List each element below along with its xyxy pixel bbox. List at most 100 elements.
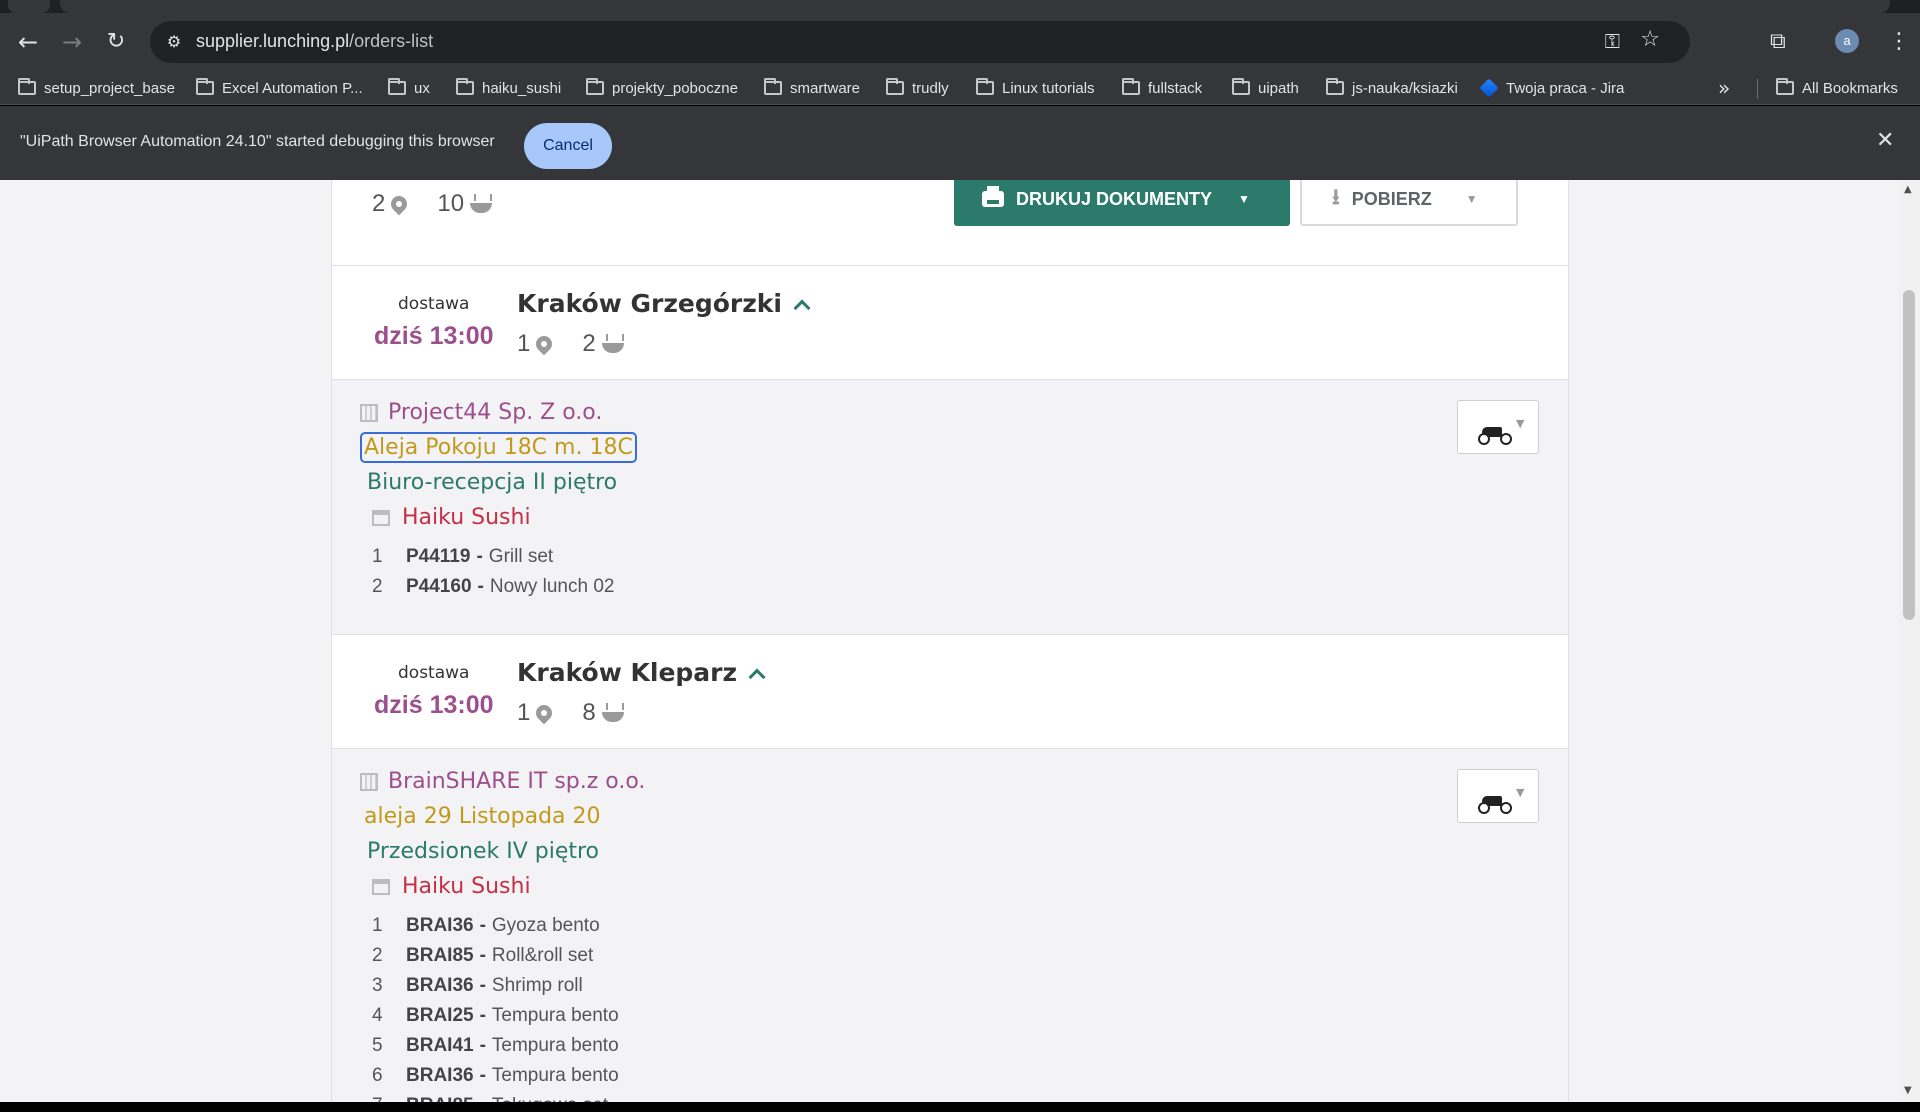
infobar-message: "UiPath Browser Automation 24.10" starte… (20, 133, 495, 150)
bookmark-item[interactable]: Excel Automation P... (196, 77, 363, 99)
extensions-icon[interactable]: ⧉ (1770, 27, 1786, 57)
page-scrollbar[interactable]: ▲ ▼ (1899, 180, 1920, 1102)
order-item-row: 3 BRAI36- Shrimp roll (372, 971, 619, 1001)
browser-toolbar: ← → ↻ ⚙ supplier.lunching.pl/orders-list… (0, 13, 1920, 71)
chevron-down-icon: ▼ (1465, 192, 1478, 206)
bookmark-item[interactable]: setup_project_base (18, 77, 175, 99)
bookmark-item[interactable]: fullstack (1122, 77, 1202, 99)
folder-icon (886, 78, 904, 95)
chevron-down-icon: ▼ (1516, 786, 1525, 799)
scrollbar-thumb[interactable] (1903, 290, 1915, 620)
delivery-time: dziś 13:00 (374, 322, 494, 350)
address-bar[interactable]: ⚙ supplier.lunching.pl/orders-list ⚿ ☆ (150, 21, 1690, 63)
item-name: Grill set (488, 546, 554, 567)
bookmark-label: haiku_sushi (482, 79, 562, 97)
bookmark-item[interactable]: trudly (886, 77, 949, 99)
order-address[interactable]: Aleja Pokoju 18C m. 18C (360, 432, 637, 463)
scooter-icon (1478, 796, 1512, 814)
delivery-area[interactable]: Kraków Grzegórzki (517, 289, 811, 318)
tab-strip (0, 0, 1920, 13)
star-icon[interactable]: ☆ (1640, 27, 1660, 52)
delivery-area-name: Kraków Grzegórzki (517, 289, 783, 318)
delivery-time: dziś 13:00 (374, 691, 494, 719)
item-code: P44119 (406, 546, 471, 567)
folder-icon (456, 78, 474, 95)
jira-icon (1479, 78, 1499, 98)
store-icon (372, 878, 390, 895)
bookmarks-overflow-icon[interactable]: » (1718, 76, 1730, 100)
store-icon (372, 509, 390, 526)
tab-stub[interactable] (8, 0, 50, 13)
chevron-up-icon[interactable] (793, 299, 811, 316)
restaurant-name: Haiku Sushi (402, 505, 531, 530)
item-name: Nowy lunch 02 (489, 576, 615, 597)
location-pin-icon (388, 192, 411, 216)
bookmark-label: Twoja praca - Jira (1506, 79, 1625, 97)
print-documents-button[interactable]: DRUKUJ DOKUMENTY ▼ (954, 180, 1290, 226)
chevron-down-icon: ▼ (1516, 417, 1525, 430)
order-card: Project44 Sp. Z o.o. Aleja Pokoju 18C m. … (332, 380, 1568, 635)
key-icon[interactable]: ⚿ (1605, 29, 1620, 53)
order-address[interactable]: aleja 29 Listopada 20 (362, 803, 603, 830)
bookmarks-bar: setup_project_base Excel Automation P... u… (0, 71, 1920, 105)
group-counts: 12 (517, 330, 624, 358)
item-index: 4 (372, 1005, 383, 1026)
item-separator: - (479, 915, 486, 936)
courier-dropdown-button[interactable]: ▼ (1457, 769, 1539, 823)
summary-counts: 2 10 (372, 190, 493, 218)
location-pin-icon (533, 701, 556, 725)
folder-icon (1326, 78, 1344, 95)
forward-arrow-icon[interactable]: → (58, 28, 86, 56)
back-arrow-icon[interactable]: ← (14, 28, 42, 56)
scroll-down-icon[interactable]: ▼ (1904, 1085, 1912, 1096)
order-restaurant: Haiku Sushi (372, 505, 531, 530)
order-item-row: 2 BRAI85- Roll&roll set (372, 941, 619, 971)
bookmark-item[interactable]: uipath (1232, 77, 1299, 99)
chevron-up-icon[interactable] (748, 668, 766, 685)
group-locations: 1 (517, 330, 531, 357)
item-separator: - (479, 1065, 486, 1086)
bottom-edge (0, 1102, 1920, 1112)
folder-icon (18, 78, 36, 95)
all-bookmarks-button[interactable]: All Bookmarks (1776, 77, 1898, 99)
close-icon[interactable]: ✕ (1876, 128, 1894, 153)
courier-dropdown-button[interactable]: ▼ (1457, 400, 1539, 454)
download-icon: ⭳ (1332, 184, 1340, 209)
bookmark-item[interactable]: Linux tutorials (976, 77, 1095, 99)
folder-icon (388, 78, 406, 95)
bookmark-item[interactable]: js-nauka/ksiazki (1326, 77, 1458, 99)
print-documents-label: DRUKUJ DOKUMENTY (1016, 188, 1213, 209)
bookmark-item[interactable]: smartware (764, 77, 860, 99)
site-info-icon[interactable]: ⚙ (162, 30, 186, 54)
active-tab[interactable] (60, 0, 1890, 13)
delivery-group-header: dostawa dziś 13:00 Kraków Kleparz 1 8 (332, 635, 1568, 749)
summary-locations: 2 (372, 190, 386, 217)
url-text[interactable]: supplier.lunching.pl/orders-list (196, 31, 433, 52)
reload-icon[interactable]: ↻ (102, 28, 130, 56)
page-viewport: 2 10 DRUKUJ DOKUMENTY ▼ ⭳ POBIERZ ▼ dost… (0, 180, 1920, 1102)
group-meals: 8 (582, 699, 596, 726)
download-button[interactable]: ⭳ POBIERZ ▼ (1300, 180, 1518, 226)
order-item-row: 1 BRAI36- Gyoza bento (372, 911, 619, 941)
menu-kebab-icon[interactable]: ⋮ (1888, 27, 1910, 57)
location-pin-icon (533, 332, 556, 356)
profile-avatar[interactable]: a (1835, 29, 1859, 53)
bookmark-item[interactable]: haiku_sushi (456, 77, 561, 99)
item-index: 2 (372, 945, 383, 966)
group-meals: 2 (582, 330, 596, 357)
bookmark-item[interactable]: ux (388, 77, 430, 99)
order-item-row: 5 BRAI41- Tempura bento (372, 1031, 619, 1061)
delivery-area[interactable]: Kraków Kleparz (517, 658, 766, 687)
item-separator: - (476, 546, 483, 567)
item-index: 5 (372, 1035, 383, 1056)
group-locations: 1 (517, 699, 531, 726)
bookmark-item[interactable]: projekty_poboczne (586, 77, 738, 99)
cancel-button[interactable]: Cancel (524, 123, 612, 169)
url-path: /orders-list (349, 31, 434, 51)
folder-icon (1776, 78, 1794, 95)
item-code: BRAI85 (406, 1095, 474, 1102)
order-item-row: 2 P44160- Nowy lunch 02 (372, 572, 614, 602)
bookmark-item[interactable]: Twoja praca - Jira (1479, 77, 1625, 99)
scroll-up-icon[interactable]: ▲ (1904, 184, 1912, 195)
item-index: 1 (372, 546, 383, 567)
